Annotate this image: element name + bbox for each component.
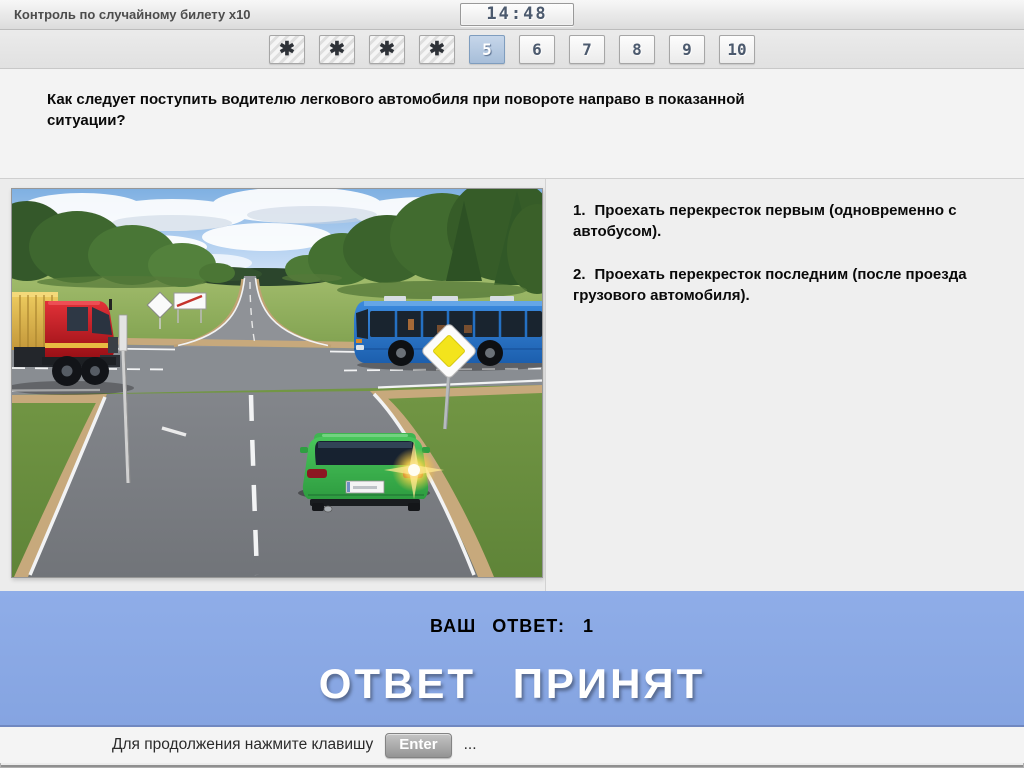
- car-exhaust: [323, 505, 333, 513]
- situation-image: [11, 188, 543, 578]
- tab-question-3[interactable]: ✱: [369, 34, 405, 64]
- tab-question-8[interactable]: 8: [619, 34, 655, 64]
- your-answer-label: ВАШ ОТВЕТ:: [430, 616, 565, 636]
- tab-question-5[interactable]: 5: [469, 34, 505, 64]
- your-answer-line: ВАШ ОТВЕТ: 1: [0, 591, 1024, 637]
- footer-bar: Для продолжения нажмите клавишу Enter ..…: [0, 727, 1024, 763]
- tab-question-10[interactable]: 10: [719, 34, 755, 64]
- answer-1-text: Проехать перекресток первым (одновременн…: [573, 202, 957, 240]
- your-answer-value: 1: [582, 616, 594, 636]
- answer-options: 1. Проехать перекресток первым (одновреме…: [545, 179, 1024, 591]
- car-mirror-left: [300, 447, 308, 453]
- question-text: Как следует поступить водителю легкового…: [47, 91, 745, 129]
- answer-option-1[interactable]: 1. Проехать перекресток первым (одновреме…: [573, 201, 986, 242]
- car-bumper-trim: [310, 499, 420, 506]
- answer-1-number: 1.: [573, 202, 586, 219]
- tab-question-6[interactable]: 6: [519, 34, 555, 64]
- enter-key-hint: Enter: [385, 732, 452, 758]
- title-bar: Контроль по случайному билету x10 14:48: [0, 0, 1024, 30]
- question-panel: Как следует поступить водителю легкового…: [0, 69, 1024, 179]
- answer-accepted-status: ОТВЕТ ПРИНЯТ: [318, 660, 706, 707]
- answer-2-text: Проехать перекресток последним (после пр…: [573, 266, 967, 305]
- answer-2-number: 2.: [573, 266, 586, 284]
- content-area: 1. Проехать перекресток первым (одновреме…: [0, 179, 1024, 591]
- exam-window: Контроль по случайному билету x10 14:48 …: [0, 0, 1024, 768]
- tab-question-7[interactable]: 7: [569, 34, 605, 64]
- tab-question-1[interactable]: ✱: [269, 34, 305, 64]
- question-tab-bar: ✱ ✱ ✱ ✱ 5 6 7 8 9 10: [0, 30, 1024, 69]
- truck-side-window: [67, 307, 88, 331]
- result-panel: ВАШ ОТВЕТ: 1 ОТВЕТ ПРИНЯТ: [0, 591, 1024, 727]
- answer-option-2[interactable]: 2. Проехать перекресток последним (после …: [573, 265, 986, 306]
- truck-mirror: [109, 299, 112, 310]
- traffic-scene: [12, 189, 542, 577]
- tab-question-2[interactable]: ✱: [319, 34, 355, 64]
- car-taillight-left: [307, 469, 327, 478]
- continue-ellipsis: ...: [463, 736, 477, 753]
- continue-prompt: Для продолжения нажмите клавишу: [112, 736, 374, 753]
- tab-question-9[interactable]: 9: [669, 34, 705, 64]
- exam-mode-title: Контроль по случайному билету x10: [14, 7, 251, 22]
- countdown-timer: 14:48: [460, 3, 574, 26]
- bus-windshield: [356, 309, 368, 339]
- tab-question-4[interactable]: ✱: [419, 34, 455, 64]
